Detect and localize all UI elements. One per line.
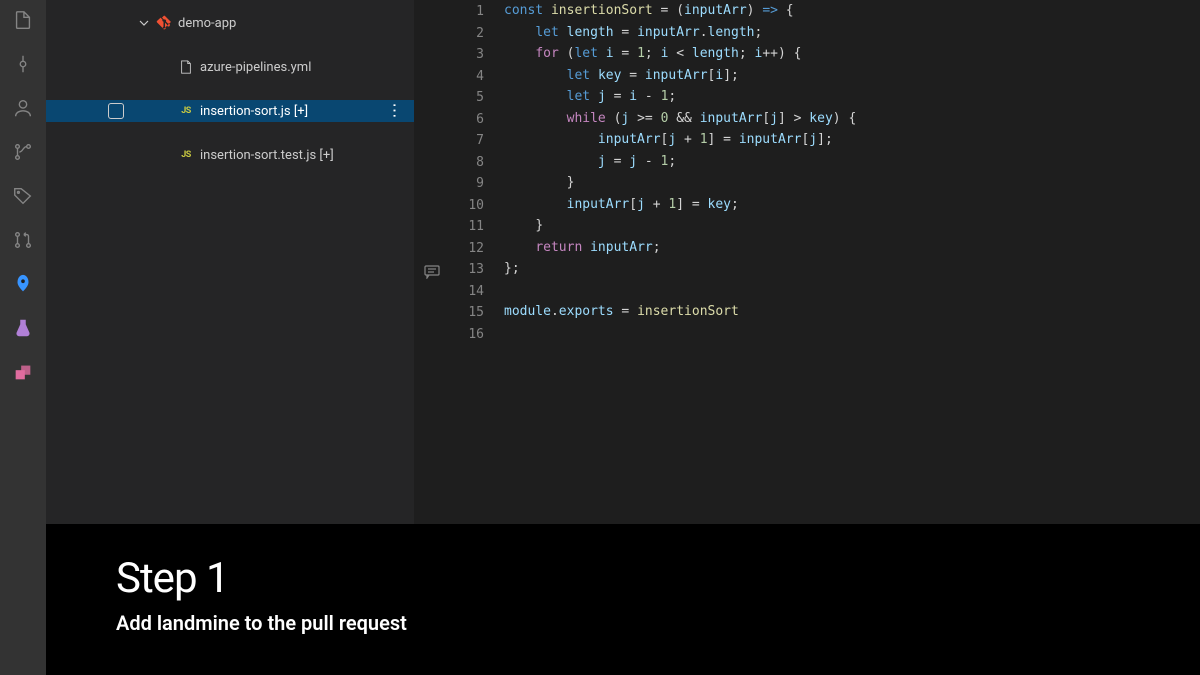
git-folder-icon <box>156 15 172 31</box>
file-tree: demo-app azure-pipelines.yml JS insertio… <box>46 0 414 166</box>
step-subtitle: Add landmine to the pull request <box>116 611 1130 635</box>
folder-name: demo-app <box>178 16 236 31</box>
checkbox-icon[interactable] <box>108 103 124 119</box>
commit-icon[interactable] <box>11 52 35 76</box>
activity-bar <box>0 0 46 675</box>
file-name: insertion-sort.test.js [+] <box>200 148 334 163</box>
file-icon <box>178 59 194 75</box>
person-icon[interactable] <box>11 96 35 120</box>
file-name: azure-pipelines.yml <box>200 60 311 75</box>
line-numbers: 12345678910111213141516 <box>414 1 504 345</box>
js-file-icon: JS <box>178 103 194 119</box>
tutorial-overlay: Step 1 Add landmine to the pull request <box>46 524 1200 675</box>
file-row-selected[interactable]: JS insertion-sort.js [+] ⋯ <box>46 100 414 122</box>
tag-icon[interactable] <box>11 184 35 208</box>
comment-icon[interactable] <box>424 264 440 283</box>
artifacts-icon[interactable] <box>11 360 35 384</box>
pull-request-icon[interactable] <box>11 228 35 252</box>
file-row[interactable]: JS insertion-sort.test.js [+] <box>46 144 414 166</box>
chevron-down-icon <box>138 18 150 28</box>
folder-row[interactable]: demo-app <box>46 12 414 34</box>
file-row[interactable]: azure-pipelines.yml <box>46 56 414 78</box>
file-name: insertion-sort.js [+] <box>200 104 308 119</box>
rocket-icon[interactable] <box>11 272 35 296</box>
files-icon[interactable] <box>11 8 35 32</box>
more-icon[interactable]: ⋯ <box>386 102 405 120</box>
branch-icon[interactable] <box>11 140 35 164</box>
step-title: Step 1 <box>116 554 1130 603</box>
beaker-icon[interactable] <box>11 316 35 340</box>
js-file-icon: JS <box>178 147 194 163</box>
